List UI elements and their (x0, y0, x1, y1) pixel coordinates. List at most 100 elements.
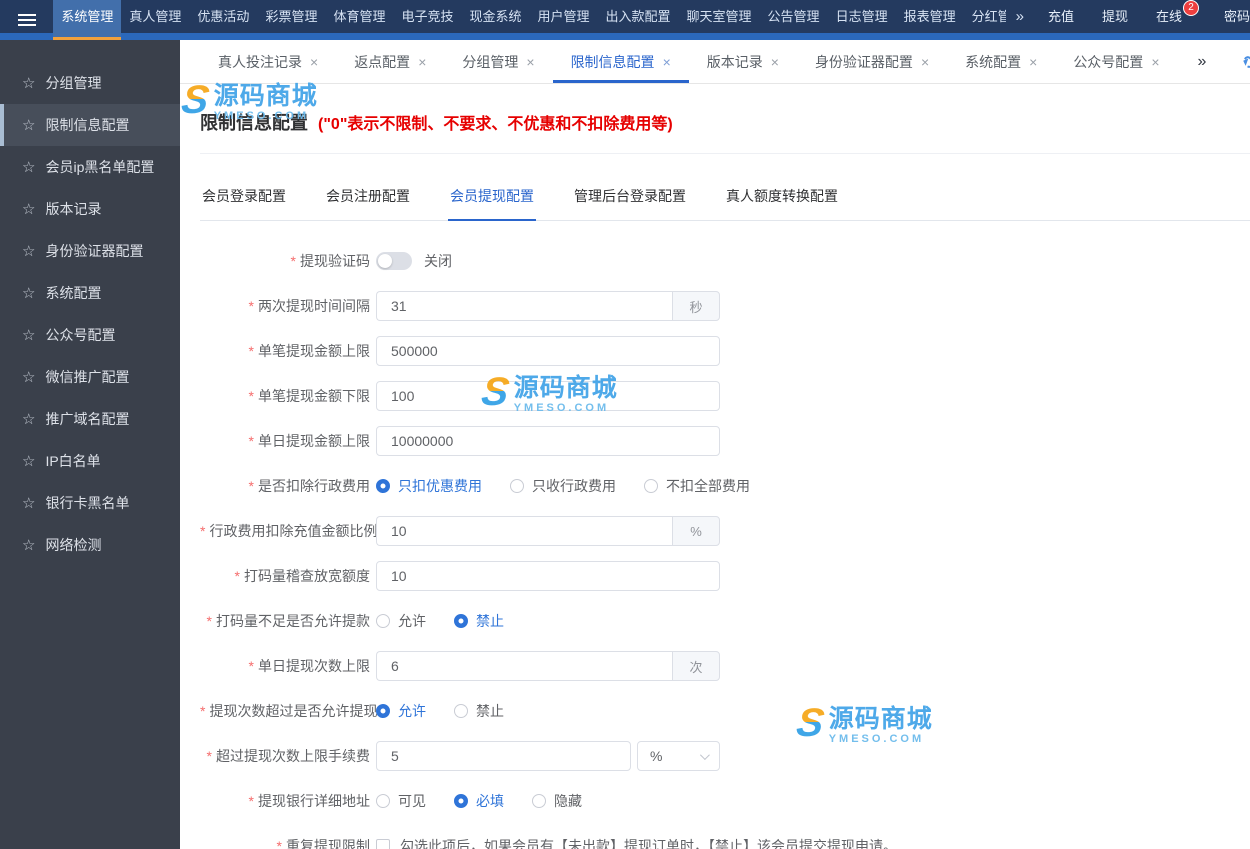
close-icon[interactable]: × (1151, 54, 1159, 70)
tab-official-account-config[interactable]: 公众号配置 × (1055, 40, 1177, 83)
bank-address-visibility-option-0[interactable]: 可见 (376, 791, 426, 811)
sidebar-item-wechat-promo-config[interactable]: ☆ 微信推广配置 (0, 356, 180, 398)
menu-hamburger-icon[interactable] (0, 0, 53, 40)
radio-label: 可见 (398, 793, 426, 809)
label-text: 重复提现限制 (286, 838, 370, 849)
nav-item-cash-system[interactable]: 现金系统 (461, 0, 529, 40)
close-icon[interactable]: × (526, 54, 534, 70)
tab-group-management[interactable]: 分组管理 × (444, 40, 552, 83)
nav-item-dividend-management[interactable]: 分红管理 (964, 0, 1006, 40)
tab-member-register-config[interactable]: 会员注册配置 (324, 186, 412, 220)
sidebar-item-member-ip-blacklist-config[interactable]: ☆ 会员ip黑名单配置 (0, 146, 180, 188)
nav-item-user-management[interactable]: 用户管理 (530, 0, 598, 40)
sidebar-item-group-management[interactable]: ☆ 分组管理 (0, 62, 180, 104)
form-row-repeat-withdraw-limit: * 重复提现限制 勾选此项后，如果会员有【未出款】提现订单时，【禁止】该会员提交提现… (200, 831, 1250, 849)
star-icon: ☆ (22, 495, 36, 512)
tab-live-bet-records[interactable]: 真人投注记录 × (200, 40, 336, 83)
sidebar-item-label: 系统配置 (45, 285, 102, 301)
nav-item-report-management[interactable]: 报表管理 (896, 0, 964, 40)
label-text: 行政费用扣除充值金额比例 (209, 523, 378, 539)
label-text: 超过提现次数上限手续费 (216, 748, 370, 764)
tab-rebate-config[interactable]: 返点配置 × (336, 40, 444, 83)
withdraw-captcha-control: 关闭 (376, 246, 452, 276)
sidebar-item-restriction-info-config[interactable]: ☆ 限制信息配置 (0, 104, 180, 146)
star-icon: ☆ (22, 537, 36, 554)
nav-item-chatroom-management[interactable]: 聊天室管理 (679, 0, 760, 40)
over-count-policy-option-1[interactable]: 禁止 (454, 701, 504, 721)
admin-fee-mode-option-0[interactable]: 只扣优惠费用 (376, 476, 482, 496)
sidebar-item-ip-whitelist[interactable]: ☆ IP白名单 (0, 440, 180, 482)
turnover-insufficient-policy-option-1[interactable]: 禁止 (454, 611, 504, 631)
tab-live-credit-transfer-config[interactable]: 真人额度转换配置 (724, 186, 840, 220)
close-icon[interactable]: × (771, 54, 779, 70)
star-icon: ☆ (22, 453, 36, 470)
withdraw-interval-input-group: 秒 (376, 291, 720, 321)
admin-fee-percent-input-group: % (376, 516, 720, 546)
admin-fee-mode-option-1[interactable]: 只收行政费用 (510, 476, 616, 496)
over-count-policy-option-0[interactable]: 允许 (376, 701, 426, 721)
nav-item-live-management[interactable]: 真人管理 (121, 0, 189, 40)
refresh-button[interactable]: 刷新 (1226, 40, 1250, 83)
topnav-withdraw[interactable]: 提现 (1088, 0, 1142, 40)
close-icon[interactable]: × (663, 54, 671, 70)
withdraw-captcha-switch[interactable] (376, 252, 412, 270)
bank-address-visibility-option-2[interactable]: 隐藏 (532, 791, 582, 811)
nav-item-promo-activity[interactable]: 优惠活动 (189, 0, 257, 40)
nav-item-announcement-management[interactable]: 公告管理 (760, 0, 828, 40)
label-text: 提现验证码 (300, 253, 370, 269)
tab-version-records[interactable]: 版本记录 × (689, 40, 797, 83)
tabs-overflow-icon[interactable]: » (1178, 40, 1227, 83)
nav-overflow-icon[interactable]: » (1006, 0, 1034, 40)
radio-icon (454, 794, 468, 808)
withdraw-interval-input[interactable] (376, 291, 672, 321)
close-icon[interactable]: × (921, 54, 929, 70)
tab-member-login-config[interactable]: 会员登录配置 (200, 186, 288, 220)
daily-withdraw-count-max-input[interactable] (376, 651, 672, 681)
sidebar-item-authenticator-config[interactable]: ☆ 身份验证器配置 (0, 230, 180, 272)
sidebar-item-promo-domain-config[interactable]: ☆ 推广域名配置 (0, 398, 180, 440)
sidebar-item-network-check[interactable]: ☆ 网络检测 (0, 524, 180, 566)
close-icon[interactable]: × (310, 54, 318, 70)
sidebar-item-system-config[interactable]: ☆ 系统配置 (0, 272, 180, 314)
repeat-withdraw-limit-checkbox[interactable] (376, 839, 390, 849)
tab-member-withdraw-config[interactable]: 会员提现配置 (448, 186, 536, 221)
required-mark: * (248, 298, 254, 314)
required-mark: * (248, 478, 254, 494)
turnover-tolerance-input-group (376, 561, 720, 591)
radio-icon (376, 479, 390, 493)
tab-authenticator-config[interactable]: 身份验证器配置 × (797, 40, 947, 83)
topnav-online[interactable]: 在线 2 (1142, 0, 1199, 40)
turnover-tolerance-input[interactable] (376, 561, 720, 591)
nav-item-sports-management[interactable]: 体育管理 (325, 0, 393, 40)
single-withdraw-min-input-group (376, 381, 720, 411)
nav-item-log-management[interactable]: 日志管理 (828, 0, 896, 40)
topnav-deposit[interactable]: 充值 (1034, 0, 1088, 40)
admin-fee-percent-control: % (376, 516, 720, 546)
form-row-turnover-insufficient-policy: * 打码量不足是否允许提款 允许 禁止 (200, 606, 1250, 651)
daily-withdraw-max-input[interactable] (376, 426, 720, 456)
bank-address-visibility-option-1[interactable]: 必填 (454, 791, 504, 811)
over-count-fee-unit-select[interactable]: % (637, 741, 720, 771)
topnav-password[interactable]: 密码 (1210, 0, 1250, 40)
sidebar-item-version-records[interactable]: ☆ 版本记录 (0, 188, 180, 230)
tab-system-config[interactable]: 系统配置 × (947, 40, 1055, 83)
admin-fee-percent-input[interactable] (376, 516, 672, 546)
form-row-withdraw-captcha: * 提现验证码 关闭 (200, 246, 1250, 291)
admin-fee-mode-option-2[interactable]: 不扣全部费用 (644, 476, 750, 496)
over-count-fee-input[interactable] (376, 741, 631, 771)
nav-item-deposit-withdraw-config[interactable]: 出入款配置 (598, 0, 679, 40)
sidebar-item-bank-card-blacklist[interactable]: ☆ 银行卡黑名单 (0, 482, 180, 524)
single-withdraw-min-input[interactable] (376, 381, 720, 411)
nav-item-lottery-management[interactable]: 彩票管理 (257, 0, 325, 40)
radio-label: 隐藏 (554, 793, 582, 809)
close-icon[interactable]: × (1029, 54, 1037, 70)
nav-item-system-management[interactable]: 系统管理 (53, 0, 122, 40)
nav-item-esports[interactable]: 电子竞技 (393, 0, 461, 40)
sidebar-item-official-account-config[interactable]: ☆ 公众号配置 (0, 314, 180, 356)
tab-admin-login-config[interactable]: 管理后台登录配置 (572, 186, 688, 220)
turnover-insufficient-policy-option-0[interactable]: 允许 (376, 611, 426, 631)
single-withdraw-max-input[interactable] (376, 336, 720, 366)
close-icon[interactable]: × (418, 54, 426, 70)
tab-restriction-info-config[interactable]: 限制信息配置 × (552, 40, 689, 83)
open-tabs-bar: 真人投注记录 × 返点配置 × 分组管理 × 限制信息配置 × 版本记录 × 身份验证器配置 × 系统配… (180, 40, 1250, 84)
